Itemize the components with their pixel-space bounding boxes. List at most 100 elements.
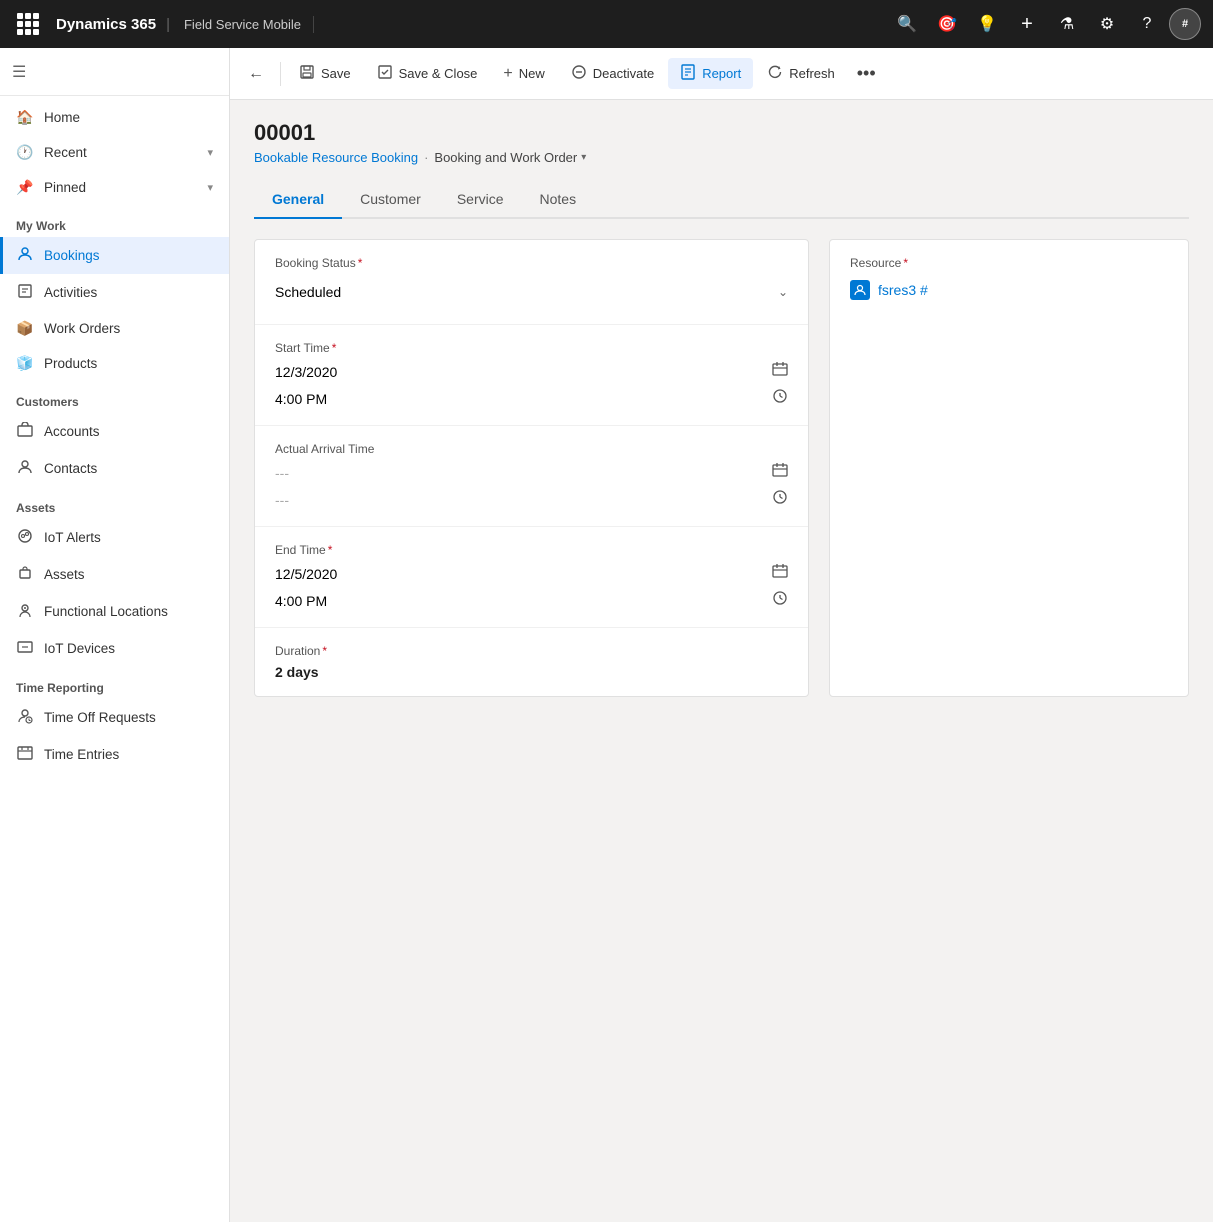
tab-notes[interactable]: Notes bbox=[522, 183, 595, 219]
more-options-button[interactable]: ••• bbox=[849, 57, 884, 90]
section-header-customers: Customers bbox=[0, 381, 229, 413]
tab-general[interactable]: General bbox=[254, 183, 342, 219]
form-section: Booking Status Scheduled ⌄ Start Time 12… bbox=[254, 239, 1189, 697]
duration-label: Duration bbox=[275, 644, 788, 658]
deactivate-button[interactable]: Deactivate bbox=[559, 58, 666, 89]
report-icon bbox=[680, 64, 696, 83]
pin-icon: 📌 bbox=[16, 179, 34, 196]
sidebar-item-activities[interactable]: Activities bbox=[0, 274, 229, 311]
sidebar-item-products[interactable]: 🧊 Products bbox=[0, 346, 229, 381]
save-close-icon bbox=[377, 64, 393, 83]
sidebar-item-iot-alerts[interactable]: IoT Alerts bbox=[0, 519, 229, 556]
user-avatar[interactable]: # bbox=[1169, 8, 1201, 40]
start-time-field: Start Time 12/3/2020 4:00 PM bbox=[255, 325, 808, 426]
settings-icon[interactable]: ⚙ bbox=[1089, 6, 1125, 42]
lightbulb-icon[interactable]: 💡 bbox=[969, 6, 1005, 42]
filter-icon[interactable]: ⚗ bbox=[1049, 6, 1085, 42]
back-button[interactable]: ← bbox=[238, 59, 274, 89]
deactivate-icon bbox=[571, 64, 587, 83]
products-icon: 🧊 bbox=[16, 355, 34, 372]
sidebar-item-time-off-requests[interactable]: Time Off Requests bbox=[0, 699, 229, 736]
clock-icon[interactable] bbox=[772, 388, 788, 409]
waffle-menu[interactable] bbox=[12, 8, 44, 40]
clock-icon[interactable] bbox=[772, 590, 788, 611]
content-area: ← Save Save & Close + New bbox=[230, 48, 1213, 1222]
help-icon[interactable]: ? bbox=[1129, 6, 1165, 42]
top-bar: Dynamics 365 | Field Service Mobile 🔍 🎯 … bbox=[0, 0, 1213, 48]
time-off-requests-icon bbox=[16, 708, 34, 727]
end-date-row: 12/5/2020 bbox=[275, 563, 788, 584]
page-body: 00001 Bookable Resource Booking · Bookin… bbox=[230, 100, 1213, 1222]
start-date-value: 12/3/2020 bbox=[275, 364, 337, 380]
main-form-card: Booking Status Scheduled ⌄ Start Time 12… bbox=[254, 239, 809, 697]
activities-icon bbox=[16, 283, 34, 302]
refresh-icon bbox=[767, 64, 783, 83]
sidebar-item-recent[interactable]: 🕐 Recent ▾ bbox=[0, 135, 229, 170]
booking-status-field: Booking Status Scheduled ⌄ bbox=[255, 240, 808, 325]
end-time-field: End Time 12/5/2020 4:00 PM bbox=[255, 527, 808, 628]
target-icon[interactable]: 🎯 bbox=[929, 6, 965, 42]
new-icon: + bbox=[503, 65, 512, 83]
booking-status-dropdown[interactable]: Scheduled ⌄ bbox=[275, 276, 788, 308]
clock-icon[interactable] bbox=[772, 489, 788, 510]
sidebar-item-pinned[interactable]: 📌 Pinned ▾ bbox=[0, 170, 229, 205]
bookings-icon bbox=[16, 246, 34, 265]
work-orders-icon: 📦 bbox=[16, 320, 34, 337]
home-icon: 🏠 bbox=[16, 109, 34, 126]
view-selector[interactable]: Booking and Work Order ▾ bbox=[434, 150, 586, 165]
arrival-time-value: --- bbox=[275, 492, 289, 508]
report-button[interactable]: Report bbox=[668, 58, 753, 89]
save-button[interactable]: Save bbox=[287, 58, 363, 89]
tab-customer[interactable]: Customer bbox=[342, 183, 439, 219]
new-button[interactable]: + New bbox=[491, 59, 556, 89]
sidebar-item-accounts[interactable]: Accounts bbox=[0, 413, 229, 450]
start-date-row: 12/3/2020 bbox=[275, 361, 788, 382]
booking-status-label: Booking Status bbox=[275, 256, 788, 270]
contacts-icon bbox=[16, 459, 34, 478]
accounts-icon bbox=[16, 422, 34, 441]
actual-arrival-time-label: Actual Arrival Time bbox=[275, 442, 788, 456]
sidebar-item-bookings[interactable]: Bookings bbox=[0, 237, 229, 274]
chevron-down-icon: ▾ bbox=[207, 181, 213, 194]
sidebar: ☰ 🏠 Home 🕐 Recent ▾ 📌 Pinned ▾ My Work bbox=[0, 48, 230, 1222]
entity-link[interactable]: Bookable Resource Booking bbox=[254, 150, 418, 165]
calendar-icon[interactable] bbox=[772, 361, 788, 382]
resource-icon bbox=[850, 280, 870, 300]
record-title: 00001 bbox=[254, 120, 1189, 146]
calendar-icon[interactable] bbox=[772, 563, 788, 584]
sidebar-item-time-entries[interactable]: Time Entries bbox=[0, 736, 229, 773]
recent-icon: 🕐 bbox=[16, 144, 34, 161]
sidebar-item-work-orders[interactable]: 📦 Work Orders bbox=[0, 311, 229, 346]
brand: Dynamics 365 | Field Service Mobile bbox=[56, 16, 314, 33]
section-header-my-work: My Work bbox=[0, 205, 229, 237]
actual-arrival-time-field: Actual Arrival Time --- --- bbox=[255, 426, 808, 527]
functional-locations-icon bbox=[16, 602, 34, 621]
arrival-date-row: --- bbox=[275, 462, 788, 483]
sidebar-item-iot-devices[interactable]: IoT Devices bbox=[0, 630, 229, 667]
section-header-time-reporting: Time Reporting bbox=[0, 667, 229, 699]
start-time-label: Start Time bbox=[275, 341, 788, 355]
start-time-row: 4:00 PM bbox=[275, 388, 788, 409]
hamburger-menu[interactable]: ☰ bbox=[12, 62, 26, 82]
resource-panel: Resource fsres3 # bbox=[829, 239, 1189, 697]
duration-value: 2 days bbox=[275, 664, 788, 680]
record-subtitle: Bookable Resource Booking · Booking and … bbox=[254, 150, 1189, 165]
iot-alerts-icon bbox=[16, 528, 34, 547]
chevron-down-icon: ⌄ bbox=[778, 285, 788, 299]
search-icon[interactable]: 🔍 bbox=[889, 6, 925, 42]
resource-link[interactable]: fsres3 # bbox=[850, 280, 1168, 300]
end-date-value: 12/5/2020 bbox=[275, 566, 337, 582]
sidebar-item-assets[interactable]: Assets bbox=[0, 556, 229, 593]
save-icon bbox=[299, 64, 315, 83]
add-icon[interactable]: + bbox=[1009, 6, 1045, 42]
refresh-button[interactable]: Refresh bbox=[755, 58, 847, 89]
sidebar-item-functional-locations[interactable]: Functional Locations bbox=[0, 593, 229, 630]
tab-service[interactable]: Service bbox=[439, 183, 522, 219]
save-close-button[interactable]: Save & Close bbox=[365, 58, 490, 89]
sidebar-item-home[interactable]: 🏠 Home bbox=[0, 100, 229, 135]
calendar-icon[interactable] bbox=[772, 462, 788, 483]
iot-devices-icon bbox=[16, 639, 34, 658]
booking-status-value: Scheduled bbox=[275, 284, 341, 300]
arrival-date-value: --- bbox=[275, 465, 289, 481]
sidebar-item-contacts[interactable]: Contacts bbox=[0, 450, 229, 487]
